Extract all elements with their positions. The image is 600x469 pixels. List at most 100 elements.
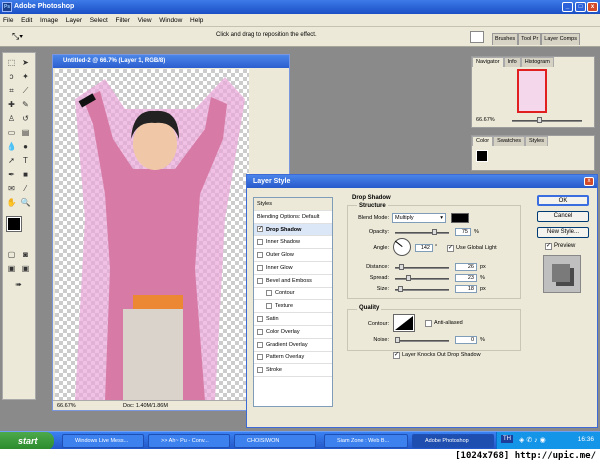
cancel-button[interactable]: Cancel bbox=[537, 211, 589, 222]
tab-tool-presets[interactable]: Tool Pr bbox=[518, 33, 542, 45]
task-messenger[interactable]: Windows Live Mess... bbox=[62, 434, 144, 448]
foreground-color-swatch[interactable] bbox=[6, 216, 22, 232]
spread-slider[interactable] bbox=[395, 275, 449, 281]
shape-tool-icon[interactable]: ■ bbox=[20, 169, 31, 180]
new-style-button[interactable]: New Style... bbox=[537, 227, 589, 238]
move-tool-icon[interactable]: ➤ bbox=[20, 57, 31, 68]
tab-styles[interactable]: Styles bbox=[525, 136, 548, 146]
distance-slider[interactable] bbox=[395, 264, 449, 270]
menu-view[interactable]: View bbox=[138, 17, 152, 24]
style-item[interactable]: Outer Glow bbox=[254, 249, 332, 262]
style-checkbox[interactable] bbox=[257, 341, 263, 348]
opacity-slider[interactable] bbox=[395, 229, 449, 235]
tab-histogram[interactable]: Histogram bbox=[520, 57, 554, 67]
tab-swatches[interactable]: Swatches bbox=[493, 136, 526, 146]
ok-button[interactable]: OK bbox=[537, 195, 589, 206]
opacity-field[interactable]: 75 bbox=[455, 228, 471, 236]
start-button[interactable]: start bbox=[0, 432, 54, 450]
quick-mask-icon[interactable]: ◙ bbox=[20, 249, 31, 260]
dialog-close-button[interactable]: x bbox=[584, 177, 594, 186]
style-checkbox[interactable] bbox=[257, 252, 263, 259]
language-indicator[interactable]: TH bbox=[501, 435, 513, 443]
task-conversation[interactable]: >> Ah~ Pu - Conv... bbox=[148, 434, 230, 448]
style-item[interactable]: Gradient Overlay bbox=[254, 339, 332, 352]
angle-dial[interactable] bbox=[393, 238, 411, 256]
style-checkbox[interactable]: ✓ bbox=[257, 226, 263, 233]
slice-tool-icon[interactable]: ⟋ bbox=[20, 85, 31, 96]
slider-thumb[interactable] bbox=[406, 275, 412, 281]
styles-header[interactable]: Styles bbox=[254, 198, 332, 211]
tab-brushes[interactable]: Brushes bbox=[491, 33, 519, 45]
navigator-zoom[interactable]: 66.67% bbox=[476, 117, 495, 123]
style-checkbox[interactable] bbox=[257, 277, 263, 284]
menu-edit[interactable]: Edit bbox=[21, 17, 32, 24]
image-canvas[interactable] bbox=[55, 69, 249, 401]
imageready-icon[interactable]: ➠ bbox=[13, 279, 24, 290]
menu-file[interactable]: File bbox=[3, 17, 13, 24]
lasso-tool-icon[interactable]: ↄ bbox=[6, 71, 17, 82]
notes-tool-icon[interactable]: ✉ bbox=[6, 183, 17, 194]
contour-picker[interactable] bbox=[393, 314, 415, 332]
knockout-checkbox[interactable]: ✓ bbox=[393, 352, 400, 359]
menu-select[interactable]: Select bbox=[90, 17, 108, 24]
history-brush-icon[interactable]: ↺ bbox=[20, 113, 31, 124]
size-field[interactable]: 18 bbox=[455, 285, 477, 293]
move-tool-icon[interactable]: ⤡▾ bbox=[12, 31, 23, 42]
brush-tool-icon[interactable]: ✎ bbox=[20, 99, 31, 110]
style-item[interactable]: Contour bbox=[254, 288, 332, 301]
style-item[interactable]: Inner Shadow bbox=[254, 236, 332, 250]
zoom-tool-icon[interactable]: 🔍 bbox=[20, 197, 31, 208]
shadow-color-swatch[interactable] bbox=[451, 213, 469, 223]
spread-field[interactable]: 23 bbox=[455, 274, 477, 282]
doc-zoom[interactable]: 66.67% bbox=[57, 401, 76, 411]
menu-image[interactable]: Image bbox=[40, 17, 58, 24]
tab-navigator[interactable]: Navigator bbox=[472, 57, 504, 67]
style-item[interactable]: Satin bbox=[254, 313, 332, 326]
menu-window[interactable]: Window bbox=[159, 17, 182, 24]
style-checkbox[interactable] bbox=[266, 290, 272, 297]
palette-well-icon[interactable] bbox=[470, 31, 484, 43]
distance-field[interactable]: 26 bbox=[455, 263, 477, 271]
gradient-tool-icon[interactable]: ▤ bbox=[20, 127, 31, 138]
path-select-icon[interactable]: ➚ bbox=[6, 155, 17, 166]
maximize-button[interactable]: □ bbox=[575, 2, 586, 12]
marquee-tool-icon[interactable]: ⬚ bbox=[6, 57, 17, 68]
style-checkbox[interactable] bbox=[257, 354, 263, 361]
navigator-zoom-slider[interactable] bbox=[512, 117, 582, 123]
style-checkbox[interactable] bbox=[257, 367, 263, 374]
slider-thumb[interactable] bbox=[399, 264, 405, 270]
size-slider[interactable] bbox=[395, 286, 449, 292]
pen-tool-icon[interactable]: ✒ bbox=[6, 169, 17, 180]
crop-tool-icon[interactable]: ⌗ bbox=[6, 85, 17, 96]
menu-layer[interactable]: Layer bbox=[66, 17, 82, 24]
style-item[interactable]: Pattern Overlay bbox=[254, 352, 332, 365]
task-siam-zone[interactable]: Siam Zone : Web B... bbox=[324, 434, 408, 448]
global-light-checkbox[interactable]: ✓ bbox=[447, 245, 454, 252]
slider-thumb[interactable] bbox=[431, 229, 437, 235]
slider-thumb[interactable] bbox=[395, 337, 400, 343]
style-item[interactable]: ✓ Drop Shadow bbox=[254, 223, 332, 237]
slider-thumb[interactable] bbox=[398, 286, 404, 292]
close-button[interactable]: x bbox=[587, 2, 598, 12]
task-photoshop[interactable]: Adobe Photoshop bbox=[412, 434, 494, 448]
style-checkbox[interactable] bbox=[257, 316, 263, 323]
anti-aliased-checkbox[interactable] bbox=[425, 320, 432, 327]
tab-info[interactable]: Info bbox=[503, 57, 521, 67]
screen-mode-full-icon[interactable]: ▣ bbox=[20, 263, 31, 274]
blend-mode-select[interactable]: Multiply ▾ bbox=[392, 213, 446, 223]
tab-color[interactable]: Color bbox=[472, 136, 494, 146]
hand-tool-icon[interactable]: ✋ bbox=[6, 197, 17, 208]
blending-options-item[interactable]: Blending Options: Default bbox=[254, 211, 332, 224]
preview-checkbox[interactable]: ✓ bbox=[545, 243, 552, 250]
style-checkbox[interactable] bbox=[257, 264, 263, 271]
magic-wand-icon[interactable]: ✦ bbox=[20, 71, 31, 82]
style-checkbox[interactable] bbox=[257, 328, 263, 335]
blur-tool-icon[interactable]: 💧 bbox=[6, 141, 17, 152]
screen-mode-standard-icon[interactable]: ▣ bbox=[6, 263, 17, 274]
dodge-tool-icon[interactable]: ● bbox=[20, 141, 31, 152]
style-item[interactable]: Texture bbox=[254, 300, 332, 314]
style-item[interactable]: Inner Glow bbox=[254, 262, 332, 275]
style-checkbox[interactable] bbox=[266, 303, 272, 310]
minimize-button[interactable]: _ bbox=[562, 2, 573, 12]
stamp-tool-icon[interactable]: ♙ bbox=[6, 113, 17, 124]
